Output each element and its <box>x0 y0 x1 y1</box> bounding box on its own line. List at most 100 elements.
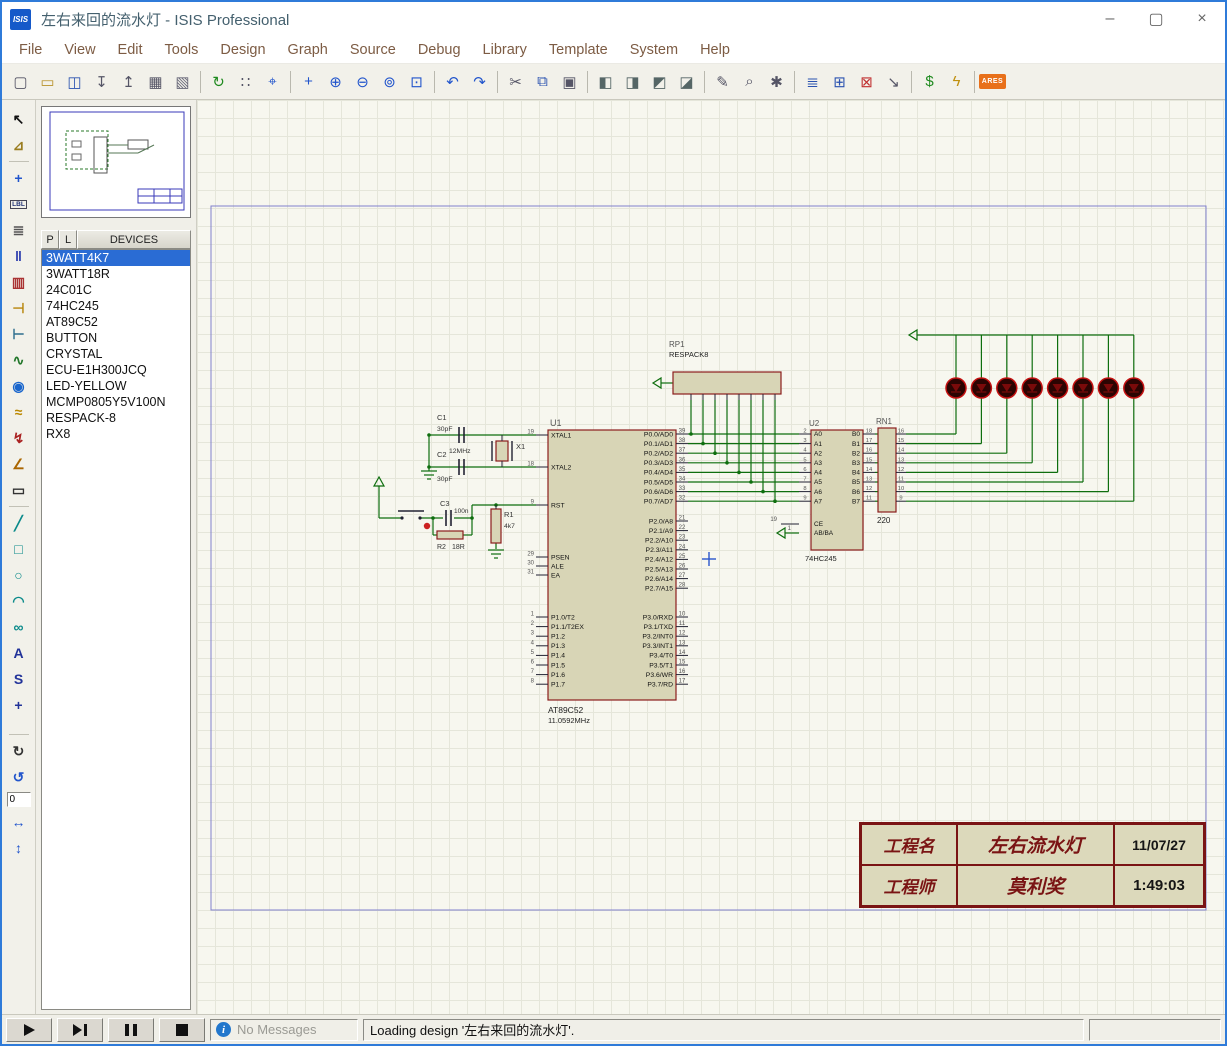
zoom-all-button[interactable]: ⊚ <box>377 69 402 94</box>
tape-recorder-mode-button[interactable]: ◉ <box>7 374 31 398</box>
led-array[interactable] <box>946 378 1144 398</box>
generator-mode-button[interactable]: ≈ <box>7 400 31 424</box>
device-list-item[interactable]: LED-YELLOW <box>42 378 190 394</box>
zoom-area-button[interactable]: ⊡ <box>404 69 429 94</box>
menu-item-source[interactable]: Source <box>339 38 407 62</box>
mirror-vertical-button[interactable]: ↕ <box>7 836 31 860</box>
design-explorer-button[interactable]: ≣ <box>800 69 825 94</box>
junction-dot-mode-button[interactable]: + <box>7 166 31 190</box>
pick-devices-button[interactable]: P <box>41 230 59 249</box>
mirror-horizontal-button[interactable]: ↔ <box>7 810 31 834</box>
wires[interactable] <box>374 330 1134 558</box>
voltage-probe-mode-button[interactable]: ↯ <box>7 426 31 450</box>
marker-2d-button[interactable]: + <box>7 693 31 717</box>
text-2d-button[interactable]: A <box>7 641 31 665</box>
bill-of-materials-button[interactable]: $ <box>917 69 942 94</box>
menu-item-file[interactable]: File <box>8 38 53 62</box>
rotation-angle-input[interactable] <box>7 792 31 807</box>
export-section-button[interactable]: ↥ <box>116 69 141 94</box>
bus-mode-button[interactable]: ‖ <box>7 244 31 268</box>
component-mode-button[interactable]: ⊿ <box>7 133 31 157</box>
device-list-item[interactable]: RX8 <box>42 426 190 442</box>
device-list-item[interactable]: RESPACK-8 <box>42 410 190 426</box>
import-section-button[interactable]: ↧ <box>89 69 114 94</box>
circle-2d-button[interactable]: ○ <box>7 563 31 587</box>
sim-pause-button[interactable] <box>108 1018 154 1042</box>
u1-at89c52-chip[interactable]: U1AT89C5211.0592MHz19XTAL118XTAL29RST29P… <box>527 418 688 725</box>
arc-2d-button[interactable]: ◠ <box>7 589 31 613</box>
remove-sheet-button[interactable]: ⊠ <box>854 69 879 94</box>
menu-item-view[interactable]: View <box>53 38 106 62</box>
terminal-mode-button[interactable]: ⊣ <box>7 296 31 320</box>
copy-button[interactable]: ⧉ <box>530 69 555 94</box>
device-pin-mode-button[interactable]: ⊢ <box>7 322 31 346</box>
overview-minimap[interactable] <box>41 106 191 218</box>
origin-button[interactable]: ⌖ <box>260 69 285 94</box>
redraw-button[interactable]: ↻ <box>206 69 231 94</box>
text-script-mode-button[interactable]: ≣ <box>7 218 31 242</box>
menu-item-graph[interactable]: Graph <box>277 38 339 62</box>
sim-play-button[interactable] <box>6 1018 52 1042</box>
rotate-anticlockwise-button[interactable]: ↺ <box>7 765 31 789</box>
redo-button[interactable]: ↷ <box>467 69 492 94</box>
rp1-respack[interactable]: RP1RESPACK8 <box>669 340 781 400</box>
zoom-in-button[interactable]: ⊕ <box>323 69 348 94</box>
line-2d-button[interactable]: ╱ <box>7 511 31 535</box>
print-button[interactable]: ▦ <box>143 69 168 94</box>
undo-button[interactable]: ↶ <box>440 69 465 94</box>
block-delete-button[interactable]: ◪ <box>674 69 699 94</box>
block-move-button[interactable]: ◨ <box>620 69 645 94</box>
wire-label-mode-button[interactable]: LBL <box>7 192 31 216</box>
menu-item-edit[interactable]: Edit <box>107 38 154 62</box>
virtual-instrument-mode-button[interactable]: ▭ <box>7 478 31 502</box>
electrical-rule-check-button[interactable]: ϟ <box>944 69 969 94</box>
property-assignment-tool-button[interactable]: ✱ <box>764 69 789 94</box>
menu-item-debug[interactable]: Debug <box>407 38 472 62</box>
device-list-item[interactable]: AT89C52 <box>42 314 190 330</box>
paste-button[interactable]: ▣ <box>557 69 582 94</box>
find-part-button[interactable]: ⌕ <box>737 69 762 94</box>
schematic-editor[interactable]: U1AT89C5211.0592MHz19XTAL118XTAL29RST29P… <box>197 100 1225 1014</box>
library-manager-button[interactable]: L <box>59 230 77 249</box>
menu-item-help[interactable]: Help <box>689 38 741 62</box>
path-2d-button[interactable]: ∞ <box>7 615 31 639</box>
rotate-clockwise-button[interactable]: ↻ <box>7 739 31 763</box>
pan-tool-button[interactable]: + <box>296 69 321 94</box>
graph-mode-button[interactable]: ∿ <box>7 348 31 372</box>
device-list-item[interactable]: MCMP0805Y5V100N <box>42 394 190 410</box>
menu-item-design[interactable]: Design <box>209 38 276 62</box>
selection-mode-button[interactable]: ↖ <box>7 107 31 131</box>
mark-output-area-button[interactable]: ▧ <box>170 69 195 94</box>
menu-item-system[interactable]: System <box>619 38 689 62</box>
sim-stop-button[interactable] <box>159 1018 205 1042</box>
open-folder-button[interactable]: ▭ <box>35 69 60 94</box>
device-list-item[interactable]: 24C01C <box>42 282 190 298</box>
toggle-grid-button[interactable]: ∷ <box>233 69 258 94</box>
device-list-item[interactable]: BUTTON <box>42 330 190 346</box>
new-file-button[interactable]: ▢ <box>8 69 33 94</box>
edit-part-button[interactable]: ✎ <box>710 69 735 94</box>
close-button[interactable]: × <box>1179 2 1225 36</box>
save-file-button[interactable]: ◫ <box>62 69 87 94</box>
new-sheet-button[interactable]: ⊞ <box>827 69 852 94</box>
message-panel[interactable]: i No Messages <box>210 1019 358 1041</box>
device-list[interactable]: 3WATT4K73WATT18R24C01C74HC245AT89C52BUTT… <box>41 249 191 1010</box>
device-list-item[interactable]: CRYSTAL <box>42 346 190 362</box>
maximize-button[interactable]: ▢ <box>1133 2 1179 36</box>
cut-button[interactable]: ✂ <box>503 69 528 94</box>
sim-step-button[interactable] <box>57 1018 103 1042</box>
device-list-item[interactable]: 3WATT18R <box>42 266 190 282</box>
subcircuit-mode-button[interactable]: ▥ <box>7 270 31 294</box>
reset-circuit[interactable]: C3100nR14k7R218R <box>398 499 515 551</box>
netlist-to-ares-button[interactable]: ARES <box>980 69 1005 94</box>
minimize-button[interactable]: – <box>1087 2 1133 36</box>
symbol-2d-button[interactable]: S <box>7 667 31 691</box>
current-probe-mode-button[interactable]: ∠ <box>7 452 31 476</box>
crystal-circuit[interactable]: X112MHzC130pFC230pF <box>437 413 525 483</box>
menu-item-template[interactable]: Template <box>538 38 619 62</box>
rn1-resistor-network[interactable]: RN1220161514131211109 <box>876 417 906 525</box>
menu-item-tools[interactable]: Tools <box>154 38 210 62</box>
block-rotate-button[interactable]: ◩ <box>647 69 672 94</box>
goto-sheet-button[interactable]: ↘ <box>881 69 906 94</box>
device-list-item[interactable]: 3WATT4K7 <box>42 250 190 266</box>
